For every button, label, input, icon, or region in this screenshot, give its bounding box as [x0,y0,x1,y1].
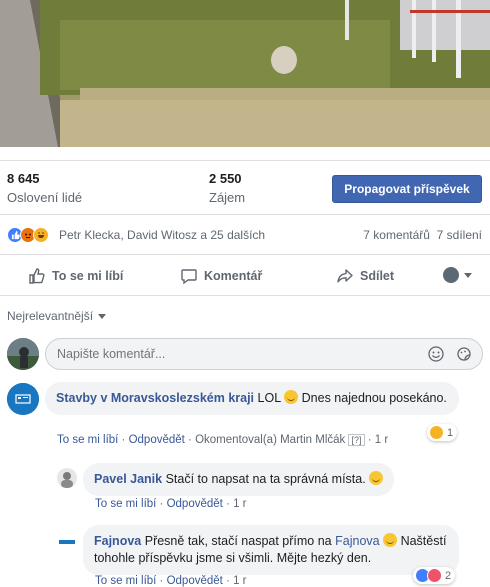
comment-reactions[interactable]: 2 [413,567,456,584]
comment-sort-dropdown[interactable]: Nejrelevantnější [7,309,107,323]
smiley-emoji-icon [383,533,398,547]
comment-sort-label: Nejrelevantnější [7,309,94,323]
post-photo[interactable] [0,0,490,147]
comment-button[interactable]: Komentář [180,267,262,285]
like-button[interactable]: To se mi líbí [28,267,123,285]
chevron-down-icon [98,313,107,319]
comment-reply-link[interactable]: Odpovědět [129,434,185,446]
commenter-avatar[interactable] [57,468,77,488]
comment-reply-link[interactable]: Odpovědět [167,498,223,510]
haha-reaction-icon [33,227,49,243]
comment-meta: To se mi líbí · Odpovědět · 1 r [95,498,247,510]
comment-like-link[interactable]: To se mi líbí [57,434,118,446]
reply-item: Fajnova Přesně tak, stačí naspat přímo n… [0,522,490,587]
reaction-icons[interactable] [7,227,49,243]
comment-text: Přesně tak, stačí naspat přímo na [144,534,332,548]
reply-item: Pavel Janik Stačí to napsat na ta správn… [0,460,490,514]
comment-author-link[interactable]: Pavel Janik [94,472,162,486]
comment-author-link[interactable]: Stavby v Moravskoslezském kraji [56,391,254,405]
comment-timestamp[interactable]: 1 r [233,498,246,510]
post-actions: To se mi líbí Komentář Sdílet [0,254,490,296]
comment-composer [7,338,483,370]
comment-text: Stačí to napsat na ta správná místa. [165,472,366,486]
thumbs-up-icon [29,268,45,284]
reach-value: 8 645 [7,171,40,186]
comment-bubble: Pavel Janik Stačí to napsat na ta správn… [83,463,395,496]
post-as-selector[interactable] [443,267,472,283]
comment-input[interactable] [45,338,483,370]
user-avatar [7,338,39,370]
engagement-value: 2 550 [209,171,242,186]
comment-like-link[interactable]: To se mi líbí [95,498,156,510]
comment-item: Stavby v Moravskoslezském kraji LOL Dnes… [0,380,490,452]
love-reaction-icon [427,568,442,583]
comment-bubble: Fajnova Přesně tak, stačí naspat přímo n… [83,525,459,575]
post-insights: 8 645 Oslovení lidé 2 550 Zájem Propagov… [0,160,490,212]
commenter-avatar[interactable] [7,383,39,415]
comment-meta: To se mi líbí · Odpovědět · Okomentoval(… [57,434,389,446]
emoji-icon[interactable] [427,345,445,363]
comment-button-label: Komentář [204,269,263,283]
share-button[interactable]: Sdílet [336,267,394,285]
reactions-summary: Petr Klecka, David Witosz a 25 dalších 7… [0,214,490,254]
engagement-label: Zájem [209,190,246,205]
engagement-stat[interactable]: 2 550 Zájem [209,171,245,205]
comment-like-link[interactable]: To se mi líbí [95,575,156,587]
like-button-label: To se mi líbí [52,269,124,283]
comment-reactions[interactable]: 1 [427,424,458,441]
haha-reaction-icon [429,425,444,440]
comment-reply-link[interactable]: Odpovědět [167,575,223,587]
comment-author-link[interactable]: Fajnova [94,534,141,548]
question-icon[interactable]: [?] [348,434,365,446]
page-avatar [443,267,459,283]
commented-by-text: Okomentoval(a) Martin Mlčák [195,434,346,446]
reach-label: Oslovení lidé [7,190,83,205]
comment-text: Dnes najednou posekáno. [301,391,447,405]
chevron-down-icon [464,272,472,278]
comment-bubble-icon [181,269,197,285]
comment-timestamp[interactable]: 1 r [233,575,246,587]
share-arrow-icon [337,269,353,283]
sticker-icon[interactable] [455,345,473,363]
comment-bubble: Stavby v Moravskoslezském kraji LOL Dnes… [45,382,459,415]
share-button-label: Sdílet [360,269,395,283]
reach-stat[interactable]: 8 645 Oslovení lidé [7,171,82,205]
smiley-emoji-icon [284,390,299,404]
comment-reaction-count: 1 [447,426,454,439]
comment-meta: To se mi líbí · Odpovědět · 1 r [95,575,247,587]
page-mention-link[interactable]: Fajnova [335,534,379,548]
reactor-names-link[interactable]: Petr Klecka, David Witosz a 25 dalších [59,228,265,242]
comment-text: LOL [257,391,281,405]
boost-post-button[interactable]: Propagovat příspěvek [332,175,482,203]
commenter-avatar[interactable] [57,532,77,552]
comment-reaction-count: 2 [445,569,452,582]
comment-timestamp[interactable]: 1 r [375,434,388,446]
comment-share-counts[interactable]: 7 komentářů 7 sdílení [363,228,482,242]
smiley-emoji-icon [369,471,384,485]
